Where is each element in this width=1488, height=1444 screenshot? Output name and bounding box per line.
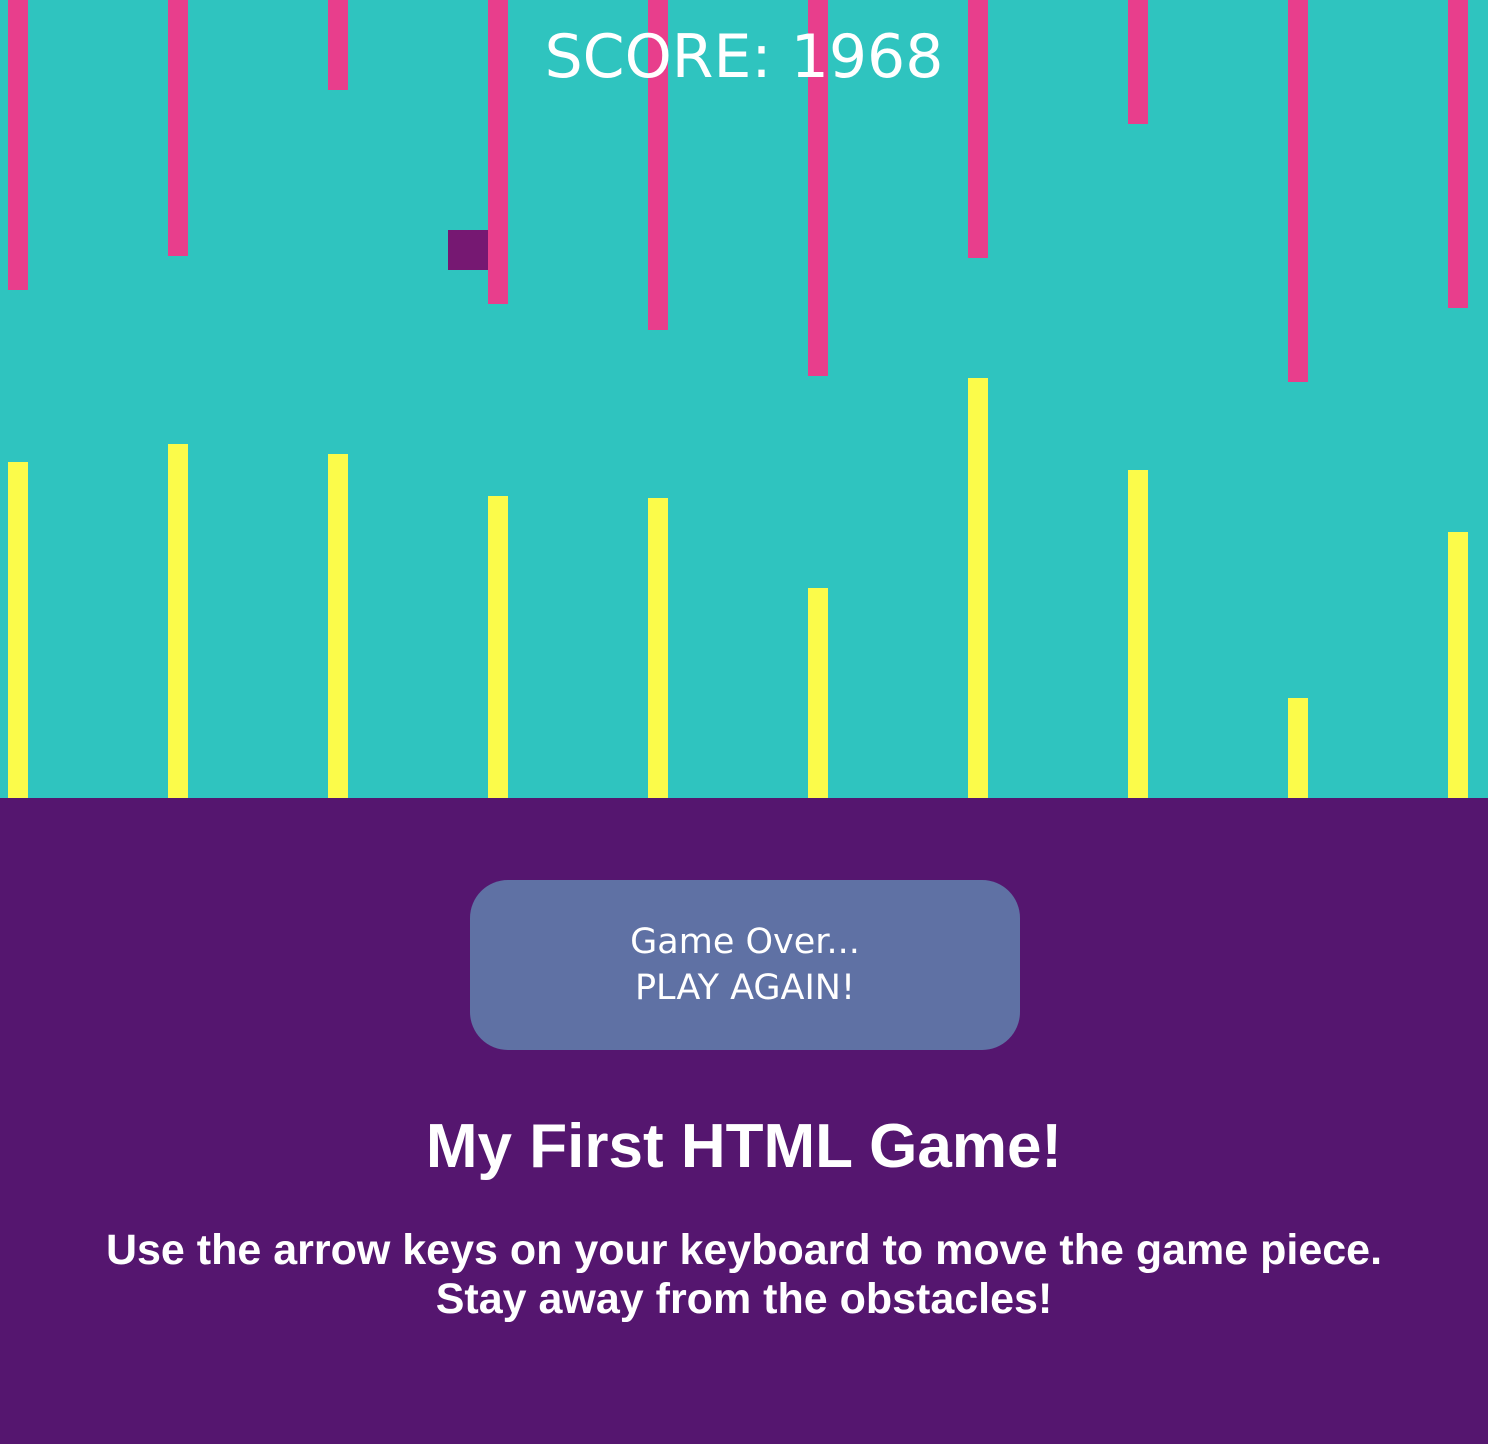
bottom-obstacle <box>488 496 508 798</box>
bottom-panel: Game Over... PLAY AGAIN! My First HTML G… <box>0 798 1488 1444</box>
game-over-label: Game Over... <box>630 922 860 962</box>
bottom-obstacle <box>1288 698 1308 798</box>
page-title: My First HTML Game! <box>425 1112 1063 1181</box>
bottom-obstacle <box>968 378 988 798</box>
bottom-obstacle <box>168 444 188 798</box>
bottom-obstacle <box>8 462 28 798</box>
score-display: SCORE: 1968 <box>544 22 944 92</box>
bottom-obstacle <box>1128 470 1148 798</box>
bottom-obstacle <box>1448 532 1468 798</box>
play-again-button[interactable]: Game Over... PLAY AGAIN! <box>470 880 1020 1050</box>
bottom-obstacle <box>648 498 668 798</box>
game-piece <box>448 230 488 270</box>
instructions-text: Use the arrow keys on your keyboard to m… <box>105 1226 1383 1323</box>
bottom-obstacle <box>328 454 348 798</box>
game-canvas[interactable]: SCORE: 1968 <box>0 0 1488 798</box>
bottom-obstacle <box>808 588 828 798</box>
play-again-label: PLAY AGAIN! <box>634 968 856 1008</box>
